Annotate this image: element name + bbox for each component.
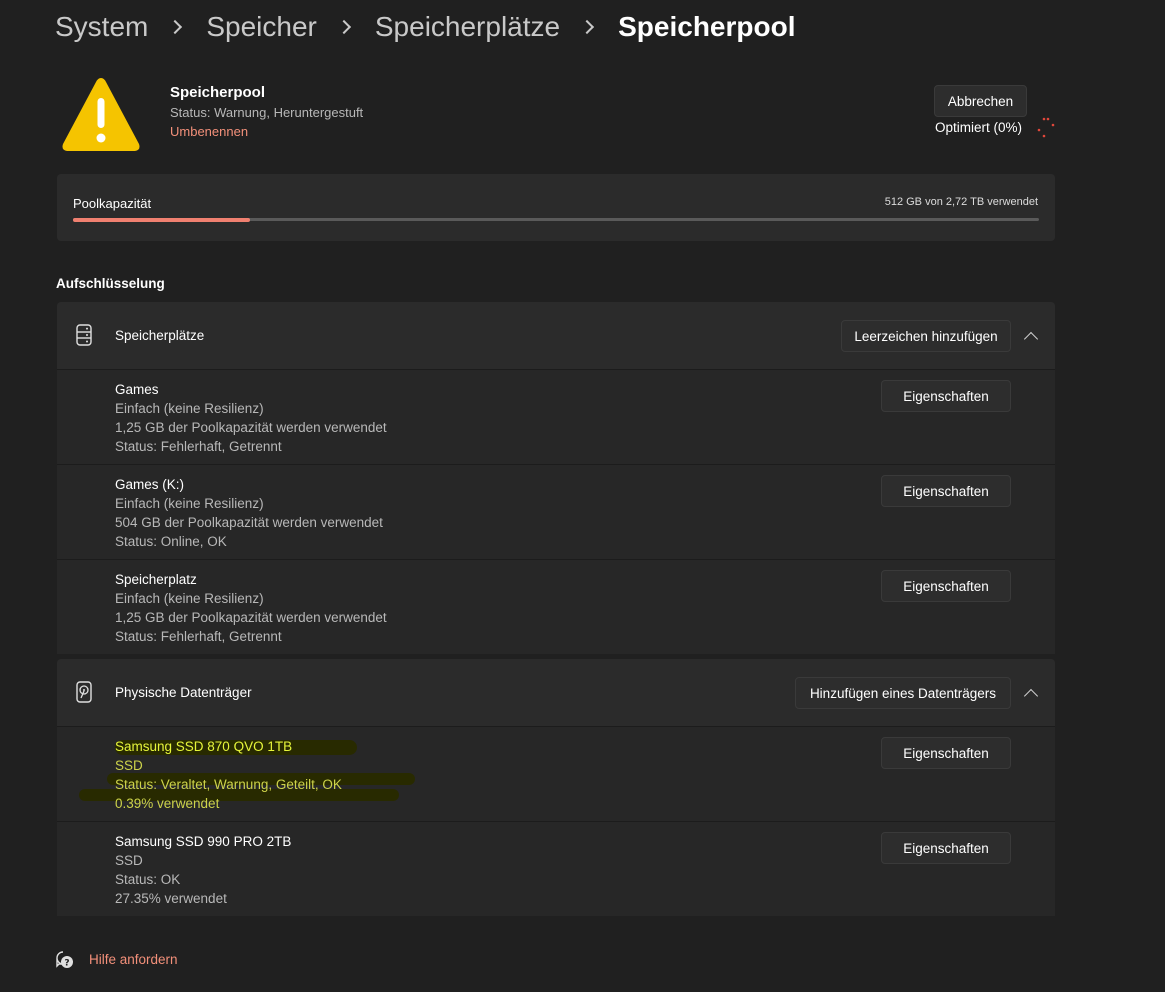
disks-group-title: Physische Datenträger bbox=[115, 685, 252, 700]
warning-triangle-icon bbox=[62, 78, 140, 151]
disk-status: Status: Veraltet, Warnung, Geteilt, OK bbox=[115, 777, 342, 792]
pool-status: Status: Warnung, Heruntergestuft bbox=[170, 105, 364, 120]
pool-capacity-card: Poolkapazität 512 GB von 2,72 TB verwend… bbox=[57, 174, 1055, 241]
help-link[interactable]: Hilfe anfordern bbox=[89, 952, 178, 967]
hard-drive-icon bbox=[76, 681, 92, 703]
add-space-button[interactable]: Leerzeichen hinzufügen bbox=[841, 320, 1011, 352]
breadcrumb: System Speicher Speicherplätze Speicherp… bbox=[55, 8, 795, 46]
breakdown-title: Aufschlüsselung bbox=[56, 276, 165, 291]
progress-spinner-icon bbox=[1037, 117, 1055, 138]
space-status: Status: Online, OK bbox=[115, 534, 227, 549]
breadcrumb-storage[interactable]: Speicher bbox=[206, 11, 317, 43]
disk-status: Status: OK bbox=[115, 872, 181, 887]
space-name: Games (K:) bbox=[115, 477, 185, 492]
space-name: Games bbox=[115, 382, 159, 397]
pool-title: Speicherpool bbox=[170, 84, 266, 101]
breadcrumb-storage-spaces[interactable]: Speicherplätze bbox=[375, 11, 560, 43]
space-type: Einfach (keine Resilienz) bbox=[115, 591, 264, 606]
spaces-group-header[interactable]: Speicherplätze Leerzeichen hinzufügen bbox=[57, 302, 1055, 369]
cancel-button[interactable]: Abbrechen bbox=[934, 85, 1027, 117]
list-item: Games (K:) Einfach (keine Resilienz) 504… bbox=[57, 464, 1055, 560]
svg-text:?: ? bbox=[64, 959, 69, 969]
disk-type: SSD bbox=[115, 758, 143, 773]
space-type: Einfach (keine Resilienz) bbox=[115, 401, 264, 416]
space-usage: 1,25 GB der Poolkapazität werden verwend… bbox=[115, 420, 387, 435]
disk-name: Samsung SSD 990 PRO 2TB bbox=[115, 834, 292, 849]
space-type: Einfach (keine Resilienz) bbox=[115, 496, 264, 511]
properties-button[interactable]: Eigenschaften bbox=[881, 737, 1011, 769]
capacity-label: Poolkapazität bbox=[73, 196, 152, 211]
list-item: Samsung SSD 990 PRO 2TB SSD Status: OK 2… bbox=[57, 821, 1055, 917]
server-stack-icon bbox=[76, 324, 92, 346]
disk-name: Samsung SSD 870 QVO 1TB bbox=[115, 739, 293, 754]
space-usage: 1,25 GB der Poolkapazität werden verwend… bbox=[115, 610, 387, 625]
disks-group-header[interactable]: Physische Datenträger Hinzufügen eines D… bbox=[57, 659, 1055, 726]
chevron-up-icon[interactable] bbox=[1023, 688, 1039, 704]
breadcrumb-system[interactable]: System bbox=[55, 11, 148, 43]
properties-button[interactable]: Eigenschaften bbox=[881, 380, 1011, 412]
chevron-up-icon[interactable] bbox=[1023, 331, 1039, 347]
chevron-right-icon bbox=[168, 19, 183, 35]
list-item: Speicherplatz Einfach (keine Resilienz) … bbox=[57, 559, 1055, 655]
space-status: Status: Fehlerhaft, Getrennt bbox=[115, 439, 282, 454]
chevron-right-icon bbox=[580, 19, 595, 35]
list-item: Games Einfach (keine Resilienz) 1,25 GB … bbox=[57, 369, 1055, 465]
spaces-list: Games Einfach (keine Resilienz) 1,25 GB … bbox=[57, 369, 1055, 654]
space-status: Status: Fehlerhaft, Getrennt bbox=[115, 629, 282, 644]
properties-button[interactable]: Eigenschaften bbox=[881, 570, 1011, 602]
spaces-group-title: Speicherplätze bbox=[115, 328, 205, 343]
disk-usage: 0.39% verwendet bbox=[115, 796, 220, 811]
capacity-progress-bar bbox=[73, 217, 1039, 222]
list-item: Samsung SSD 870 QVO 1TB SSD Status: Vera… bbox=[57, 726, 1055, 822]
properties-button[interactable]: Eigenschaften bbox=[881, 832, 1011, 864]
properties-button[interactable]: Eigenschaften bbox=[881, 475, 1011, 507]
chevron-right-icon bbox=[336, 19, 351, 35]
capacity-used-text: 512 GB von 2,72 TB verwendet bbox=[884, 196, 1038, 208]
rename-link[interactable]: Umbenennen bbox=[170, 124, 248, 139]
page-title: Speicherpool bbox=[618, 11, 796, 42]
space-usage: 504 GB der Poolkapazität werden verwende… bbox=[115, 515, 383, 530]
help-chat-icon: ? bbox=[56, 951, 73, 969]
optimize-status: Optimiert (0%) bbox=[935, 120, 1023, 135]
disk-usage: 27.35% verwendet bbox=[115, 891, 227, 906]
disk-type: SSD bbox=[115, 853, 143, 868]
capacity-progress-fill bbox=[73, 217, 250, 222]
disks-list: Samsung SSD 870 QVO 1TB SSD Status: Vera… bbox=[57, 726, 1055, 916]
space-name: Speicherplatz bbox=[115, 572, 197, 587]
add-disk-button[interactable]: Hinzufügen eines Datenträgers bbox=[795, 677, 1011, 709]
